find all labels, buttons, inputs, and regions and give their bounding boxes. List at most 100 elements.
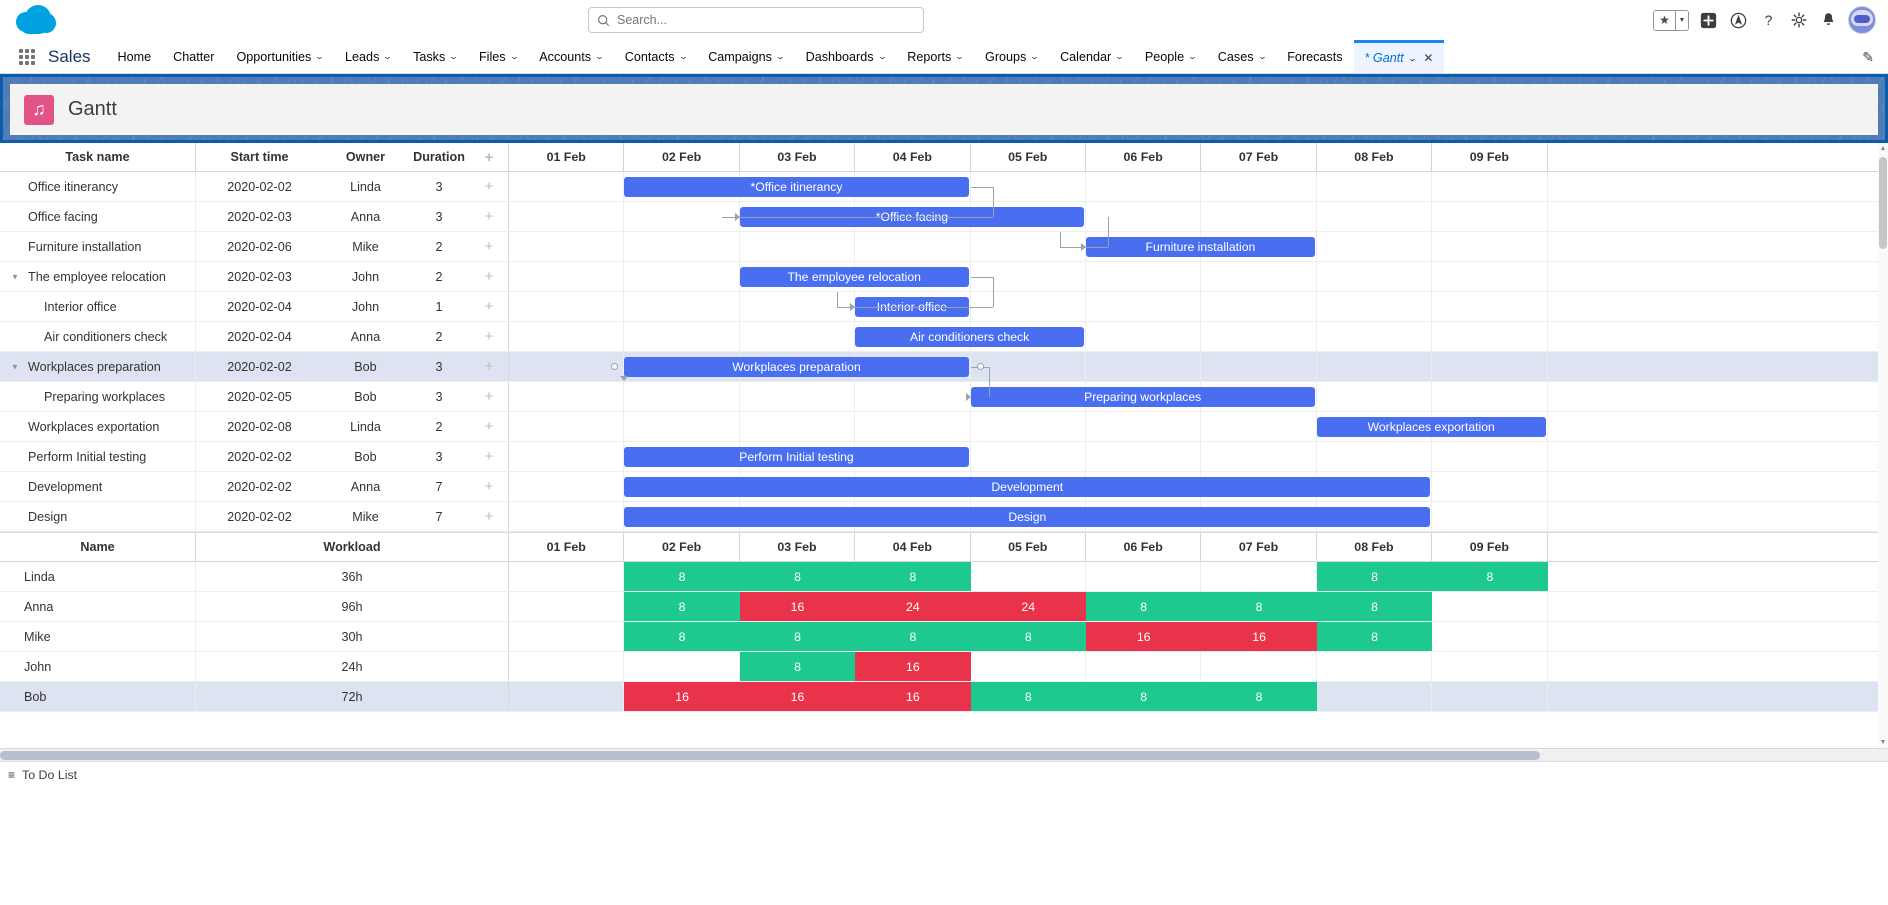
- timeline-day-cell[interactable]: [509, 172, 624, 201]
- timeline-day-cell[interactable]: [1201, 352, 1316, 381]
- task-duration-cell[interactable]: 2: [408, 232, 470, 261]
- timeline-day-cell[interactable]: [971, 442, 1086, 471]
- workload-day-cell[interactable]: [971, 562, 1086, 591]
- task-timeline-cell[interactable]: Interior office: [508, 292, 1888, 321]
- chevron-down-icon[interactable]: ⌄: [877, 52, 887, 61]
- nav-item-campaigns[interactable]: Campaigns⌄: [697, 40, 794, 73]
- favorites-caret-icon[interactable]: ▼: [1675, 11, 1688, 30]
- timeline-day-cell[interactable]: [1086, 202, 1201, 231]
- workload-day-cell[interactable]: [1086, 562, 1201, 591]
- workload-day-cell[interactable]: [1432, 682, 1547, 711]
- timeline-day-cell[interactable]: [1201, 442, 1316, 471]
- add-task-plus-icon[interactable]: +: [470, 202, 508, 231]
- workload-value-cell[interactable]: 8: [1317, 622, 1432, 651]
- task-owner-cell[interactable]: Anna: [323, 322, 408, 351]
- task-duration-cell[interactable]: 3: [408, 382, 470, 411]
- task-timeline-cell[interactable]: Workplaces exportation: [508, 412, 1888, 441]
- timeline-day-cell[interactable]: [1201, 172, 1316, 201]
- task-owner-cell[interactable]: Linda: [323, 172, 408, 201]
- timeline-day-cell[interactable]: [1201, 412, 1316, 441]
- task-name-cell[interactable]: Air conditioners check: [0, 322, 195, 351]
- gantt-bar[interactable]: Workplaces exportation: [1317, 417, 1546, 437]
- chevron-down-icon[interactable]: ⌄: [315, 52, 325, 61]
- gantt-bar[interactable]: *Office itinerancy: [624, 177, 968, 197]
- task-timeline-cell[interactable]: Furniture installation: [508, 232, 1888, 261]
- todo-list-label[interactable]: To Do List: [22, 768, 77, 782]
- gantt-task-row[interactable]: Furniture installation2020-02-06Mike2+Fu…: [0, 232, 1888, 262]
- gantt-task-row[interactable]: Design2020-02-02Mike7+Design: [0, 502, 1888, 532]
- task-owner-cell[interactable]: Bob: [323, 352, 408, 381]
- workload-day-cell[interactable]: [971, 652, 1086, 681]
- timeline-day-cell[interactable]: [509, 382, 624, 411]
- avatar[interactable]: [1848, 6, 1876, 34]
- timeline-day-cell[interactable]: [1317, 352, 1432, 381]
- workload-total-cell[interactable]: 96h: [195, 592, 508, 621]
- workload-value-cell[interactable]: 8: [855, 622, 970, 651]
- task-duration-cell[interactable]: 3: [408, 442, 470, 471]
- workload-name-cell[interactable]: John: [0, 652, 195, 681]
- task-name-cell[interactable]: Office facing: [0, 202, 195, 231]
- workload-day-cell[interactable]: [1432, 622, 1547, 651]
- timeline-day-cell[interactable]: [855, 382, 970, 411]
- nav-item-dashboards[interactable]: Dashboards⌄: [795, 40, 897, 73]
- workload-day-cell[interactable]: [1201, 562, 1316, 591]
- task-owner-cell[interactable]: Bob: [323, 382, 408, 411]
- timeline-day-cell[interactable]: [1432, 442, 1547, 471]
- timeline-day-cell[interactable]: [1317, 442, 1432, 471]
- workload-day-cell[interactable]: [1201, 652, 1316, 681]
- timeline-day-cell[interactable]: [1317, 232, 1432, 261]
- add-column-plus-icon[interactable]: +: [470, 143, 508, 171]
- add-task-plus-icon[interactable]: +: [470, 262, 508, 291]
- add-icon[interactable]: [1698, 10, 1719, 31]
- app-name[interactable]: Sales: [42, 40, 107, 73]
- nav-item-cases[interactable]: Cases⌄: [1207, 40, 1276, 73]
- workload-value-cell[interactable]: 8: [1086, 682, 1201, 711]
- workload-name-cell[interactable]: Linda: [0, 562, 195, 591]
- gantt-task-row[interactable]: Preparing workplaces2020-02-05Bob3+Prepa…: [0, 382, 1888, 412]
- task-timeline-cell[interactable]: The employee relocation: [508, 262, 1888, 291]
- task-duration-cell[interactable]: 3: [408, 352, 470, 381]
- nav-item-gantt[interactable]: * Gantt⌄✕: [1354, 40, 1445, 73]
- task-duration-cell[interactable]: 2: [408, 412, 470, 441]
- nav-item-home[interactable]: Home: [107, 40, 163, 73]
- favorites-star-icon[interactable]: ★: [1654, 11, 1675, 30]
- chevron-down-icon[interactable]: ⌄: [775, 52, 785, 61]
- timeline-day-cell[interactable]: [509, 472, 624, 501]
- timeline-day-cell[interactable]: [1086, 412, 1201, 441]
- task-owner-cell[interactable]: Anna: [323, 472, 408, 501]
- workload-day-cell[interactable]: [1317, 652, 1432, 681]
- timeline-day-cell[interactable]: [1432, 202, 1547, 231]
- task-owner-cell[interactable]: John: [323, 292, 408, 321]
- add-task-plus-icon[interactable]: +: [470, 502, 508, 531]
- workload-day-cell[interactable]: [509, 562, 624, 591]
- gantt-task-row[interactable]: ▼The employee relocation2020-02-03John2+…: [0, 262, 1888, 292]
- timeline-day-cell[interactable]: [1432, 502, 1547, 531]
- workload-value-cell[interactable]: 8: [624, 622, 739, 651]
- task-start-time-cell[interactable]: 2020-02-04: [195, 322, 323, 351]
- gantt-bar[interactable]: Preparing workplaces: [971, 387, 1315, 407]
- timeline-day-cell[interactable]: [1086, 172, 1201, 201]
- timeline-day-cell[interactable]: [1432, 232, 1547, 261]
- timeline-day-cell[interactable]: [1432, 292, 1547, 321]
- timeline-day-cell[interactable]: [1432, 262, 1547, 291]
- timeline-day-cell[interactable]: [1432, 172, 1547, 201]
- timeline-day-cell[interactable]: [509, 202, 624, 231]
- timeline-day-cell[interactable]: [624, 292, 739, 321]
- add-task-plus-icon[interactable]: +: [470, 382, 508, 411]
- timeline-day-cell[interactable]: [855, 412, 970, 441]
- scroll-up-icon[interactable]: ▲: [1879, 145, 1887, 152]
- nav-item-groups[interactable]: Groups⌄: [974, 40, 1049, 73]
- timeline-day-cell[interactable]: [1201, 292, 1316, 321]
- workload-name-cell[interactable]: Bob: [0, 682, 195, 711]
- app-launcher-waffle-icon[interactable]: [12, 40, 42, 73]
- timeline-day-cell[interactable]: [624, 262, 739, 291]
- timeline-day-cell[interactable]: [1317, 292, 1432, 321]
- task-start-time-cell[interactable]: 2020-02-03: [195, 262, 323, 291]
- bar-end-handle[interactable]: [977, 363, 984, 370]
- chevron-down-icon[interactable]: ⌄: [678, 52, 688, 61]
- workload-value-cell[interactable]: 8: [971, 622, 1086, 651]
- task-timeline-cell[interactable]: Development: [508, 472, 1888, 501]
- workload-total-cell[interactable]: 36h: [195, 562, 508, 591]
- task-duration-cell[interactable]: 2: [408, 322, 470, 351]
- workload-value-cell[interactable]: 16: [740, 682, 855, 711]
